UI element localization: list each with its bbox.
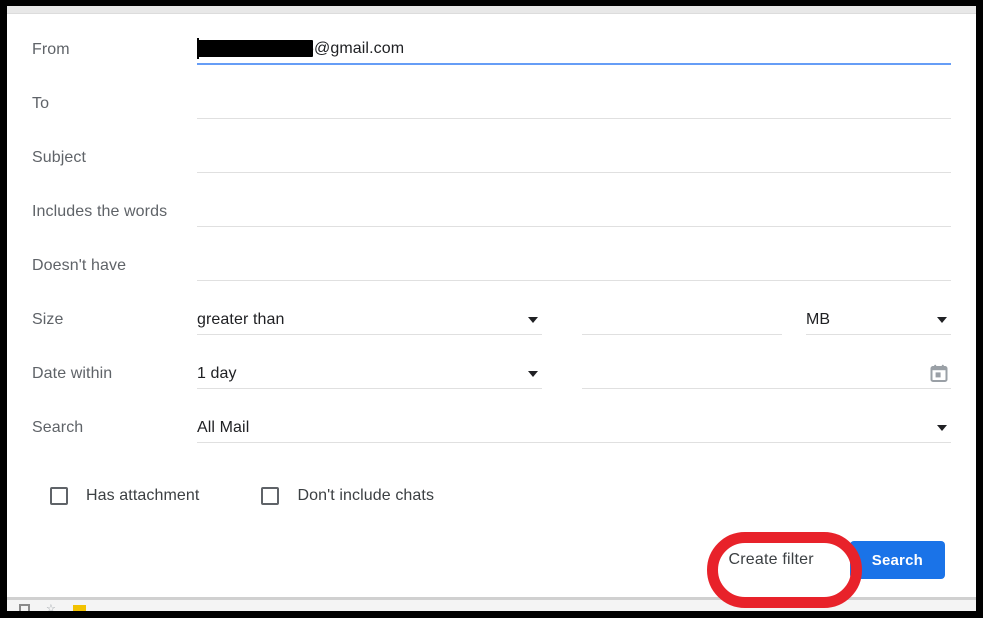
chevron-down-icon	[528, 317, 538, 323]
search-scope-value: All Mail	[197, 418, 250, 436]
search-actions-row: Create filter Search	[32, 529, 951, 608]
scope-field-area: All Mail	[197, 415, 951, 443]
search-button[interactable]: Search	[849, 541, 945, 579]
panel-top-edge	[7, 6, 976, 14]
star-icon[interactable]: ☆	[46, 604, 57, 612]
subject-field-area	[197, 145, 951, 173]
subject-input[interactable]	[197, 145, 951, 173]
text-caret	[197, 38, 199, 59]
size-unit-dropdown[interactable]: MB	[806, 307, 951, 335]
size-amount-input[interactable]	[582, 307, 782, 335]
size-comparator-value: greater than	[197, 310, 285, 328]
search-row-from: From 6@gmail.com	[32, 37, 951, 91]
has-attachment-checkbox[interactable]	[50, 487, 68, 505]
size-field-area: greater than MB	[197, 307, 951, 335]
label-search: Search	[32, 419, 84, 436]
label-to: To	[32, 95, 50, 112]
search-row-size: Size greater than MB	[32, 307, 951, 361]
advanced-search-panel: From 6@gmail.com To Subject Includes the…	[7, 15, 976, 608]
search-row-scope: Search All Mail	[32, 415, 951, 469]
label-date-within: Date within	[32, 365, 113, 382]
size-unit-value: MB	[806, 310, 831, 328]
row-checkbox[interactable]	[19, 604, 30, 611]
gmail-search-viewport: From 6@gmail.com To Subject Includes the…	[7, 6, 976, 611]
label-subject: Subject	[32, 149, 87, 166]
dont-include-chats-label: Don't include chats	[297, 487, 435, 504]
size-comparator-dropdown[interactable]: greater than	[197, 307, 542, 335]
mail-list-sliver: ☆	[7, 595, 976, 611]
search-row-doesnt-have: Doesn't have	[32, 253, 951, 307]
to-field-area	[197, 91, 951, 119]
date-range-value: 1 day	[197, 364, 237, 382]
doesnt-have-input[interactable]	[197, 253, 951, 281]
dont-include-chats-option[interactable]: Don't include chats	[261, 487, 434, 505]
label-includes-the-words: Includes the words	[32, 203, 168, 220]
size-amount-wrap	[582, 307, 782, 335]
chevron-down-icon	[528, 371, 538, 377]
search-row-to: To	[32, 91, 951, 145]
search-scope-dropdown[interactable]: All Mail	[197, 415, 951, 443]
to-input[interactable]	[197, 91, 951, 119]
search-row-subject: Subject	[32, 145, 951, 199]
list-item[interactable]: ☆	[7, 600, 976, 611]
date-value-wrap	[582, 361, 951, 389]
has-attachment-label: Has attachment	[86, 487, 200, 504]
from-field-area: 6@gmail.com	[197, 37, 951, 65]
important-marker-icon[interactable]	[73, 605, 86, 611]
search-row-includes: Includes the words	[32, 199, 951, 253]
has-attachment-option[interactable]: Has attachment	[50, 487, 199, 505]
create-filter-button[interactable]: Create filter	[706, 541, 835, 579]
search-row-date-within: Date within 1 day	[32, 361, 951, 415]
date-field-area: 1 day	[197, 361, 951, 389]
label-size: Size	[32, 311, 64, 328]
search-options-row: Has attachment Don't include chats	[32, 469, 951, 523]
chevron-down-icon	[937, 317, 947, 323]
calendar-icon[interactable]	[929, 363, 949, 383]
includes-the-words-input[interactable]	[197, 199, 951, 227]
date-value-input[interactable]	[582, 361, 951, 389]
label-from: From	[32, 41, 70, 58]
label-doesnt-have: Doesn't have	[32, 257, 127, 274]
includes-field-area	[197, 199, 951, 227]
redaction-bar	[197, 40, 313, 57]
chevron-down-icon	[937, 425, 947, 431]
from-input[interactable]: 6@gmail.com	[197, 37, 951, 65]
doesnt-have-field-area	[197, 253, 951, 281]
screenshot-frame: From 6@gmail.com To Subject Includes the…	[0, 0, 983, 618]
dont-include-chats-checkbox[interactable]	[261, 487, 280, 505]
date-range-dropdown[interactable]: 1 day	[197, 361, 542, 389]
from-input-value: 6@gmail.com	[305, 40, 405, 57]
